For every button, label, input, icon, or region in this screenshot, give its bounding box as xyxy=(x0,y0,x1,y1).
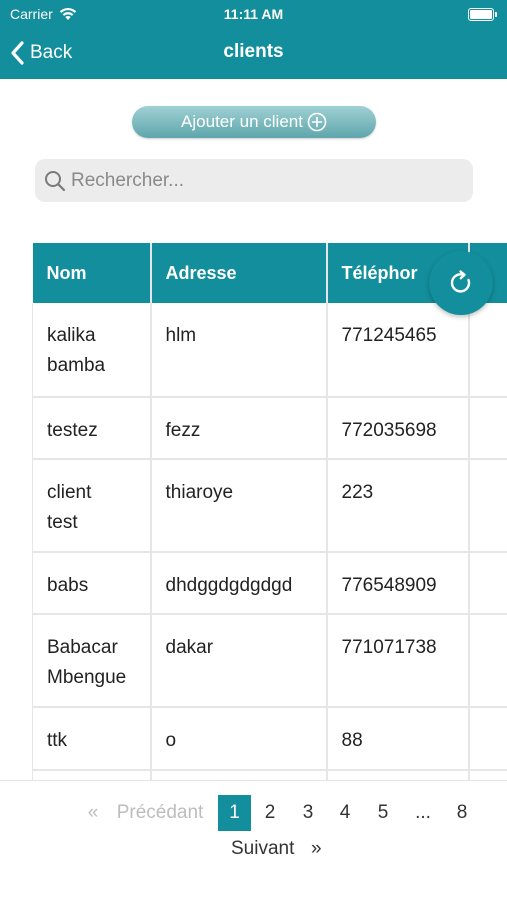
table-row[interactable]: ttk o 88 xyxy=(32,707,507,771)
cell-extra xyxy=(468,614,507,708)
refresh-icon xyxy=(450,270,471,293)
cell-extra xyxy=(468,552,507,615)
table-row[interactable]: client test thiaroye 223 xyxy=(32,459,507,553)
cell-nom: Babacar Mbengue xyxy=(32,614,152,708)
page-ellipsis: ... xyxy=(415,802,431,823)
cell-adresse: thiaroye xyxy=(150,459,328,553)
pagination: « Précédant 1 2 3 4 5 ... 8 xyxy=(0,795,507,835)
table-row[interactable]: babs dhdggdgdgdgd 776548909 xyxy=(32,552,507,615)
cell-nom xyxy=(32,770,152,780)
table-row[interactable]: kalika bamba hlm 771245465 xyxy=(32,303,507,398)
page-title: clients xyxy=(223,41,284,62)
cell-adresse: dhdggdgdgdgd xyxy=(150,552,328,615)
page-4-button[interactable]: 4 xyxy=(331,795,359,831)
cell-telephone xyxy=(326,770,470,780)
search-bar xyxy=(35,159,473,202)
cell-extra xyxy=(468,707,507,771)
page-3-button[interactable]: 3 xyxy=(294,795,322,831)
clients-table: Nom Adresse Téléphor kalika bamba hlm 771… xyxy=(32,243,507,780)
cell-telephone: 772035698 xyxy=(326,397,470,460)
cell-telephone: 88 xyxy=(326,707,470,771)
cell-telephone: 223 xyxy=(326,459,470,553)
previous-page-button[interactable]: Précédant xyxy=(110,795,210,831)
cell-nom: testez xyxy=(32,397,152,460)
last-page-button[interactable]: » xyxy=(311,838,322,860)
page-2-button[interactable]: 2 xyxy=(256,795,284,831)
cell-telephone: 776548909 xyxy=(326,552,470,615)
navigation-bar: Back clients xyxy=(0,30,507,79)
cell-adresse: o xyxy=(150,707,328,771)
cell-extra xyxy=(468,397,507,460)
status-time: 11:11 AM xyxy=(223,6,284,22)
add-client-button[interactable]: Ajouter un client xyxy=(132,106,376,138)
table-row[interactable]: testez fezz 772035698 xyxy=(32,397,507,460)
cell-nom: ttk xyxy=(32,707,152,771)
search-icon xyxy=(45,170,66,191)
cell-adresse xyxy=(150,770,328,780)
cell-extra xyxy=(468,770,507,780)
table-row[interactable]: Babacar Mbengue dakar 771071738 xyxy=(32,614,507,708)
pagination-divider xyxy=(0,780,507,781)
plus-circle-icon xyxy=(307,112,327,132)
cell-adresse: fezz xyxy=(150,397,328,460)
header-nom[interactable]: Nom xyxy=(32,243,152,303)
cell-extra xyxy=(468,459,507,553)
page-1-button[interactable]: 1 xyxy=(218,795,251,831)
search-input[interactable] xyxy=(71,169,451,192)
clients-table-container[interactable]: Nom Adresse Téléphor kalika bamba hlm 771… xyxy=(32,243,507,780)
first-page-button[interactable]: « xyxy=(82,795,104,831)
header-adresse[interactable]: Adresse xyxy=(150,243,328,303)
cell-adresse: hlm xyxy=(150,303,328,398)
cell-extra xyxy=(468,303,507,398)
table-row[interactable] xyxy=(32,770,507,780)
cell-nom: kalika bamba xyxy=(32,303,152,398)
battery-icon xyxy=(468,8,497,21)
cell-nom: client test xyxy=(32,459,152,553)
next-page-button[interactable]: Suivant xyxy=(231,838,294,860)
refresh-button[interactable] xyxy=(429,251,493,315)
cell-nom: babs xyxy=(32,552,152,615)
status-bar: Carrier 11:11 AM xyxy=(0,0,507,30)
cell-telephone: 771071738 xyxy=(326,614,470,708)
cell-adresse: dakar xyxy=(150,614,328,708)
page-5-button[interactable]: 5 xyxy=(369,795,397,831)
page-8-button[interactable]: 8 xyxy=(448,795,476,831)
cell-telephone: 771245465 xyxy=(326,303,470,398)
add-client-label: Ajouter un client xyxy=(181,112,303,131)
